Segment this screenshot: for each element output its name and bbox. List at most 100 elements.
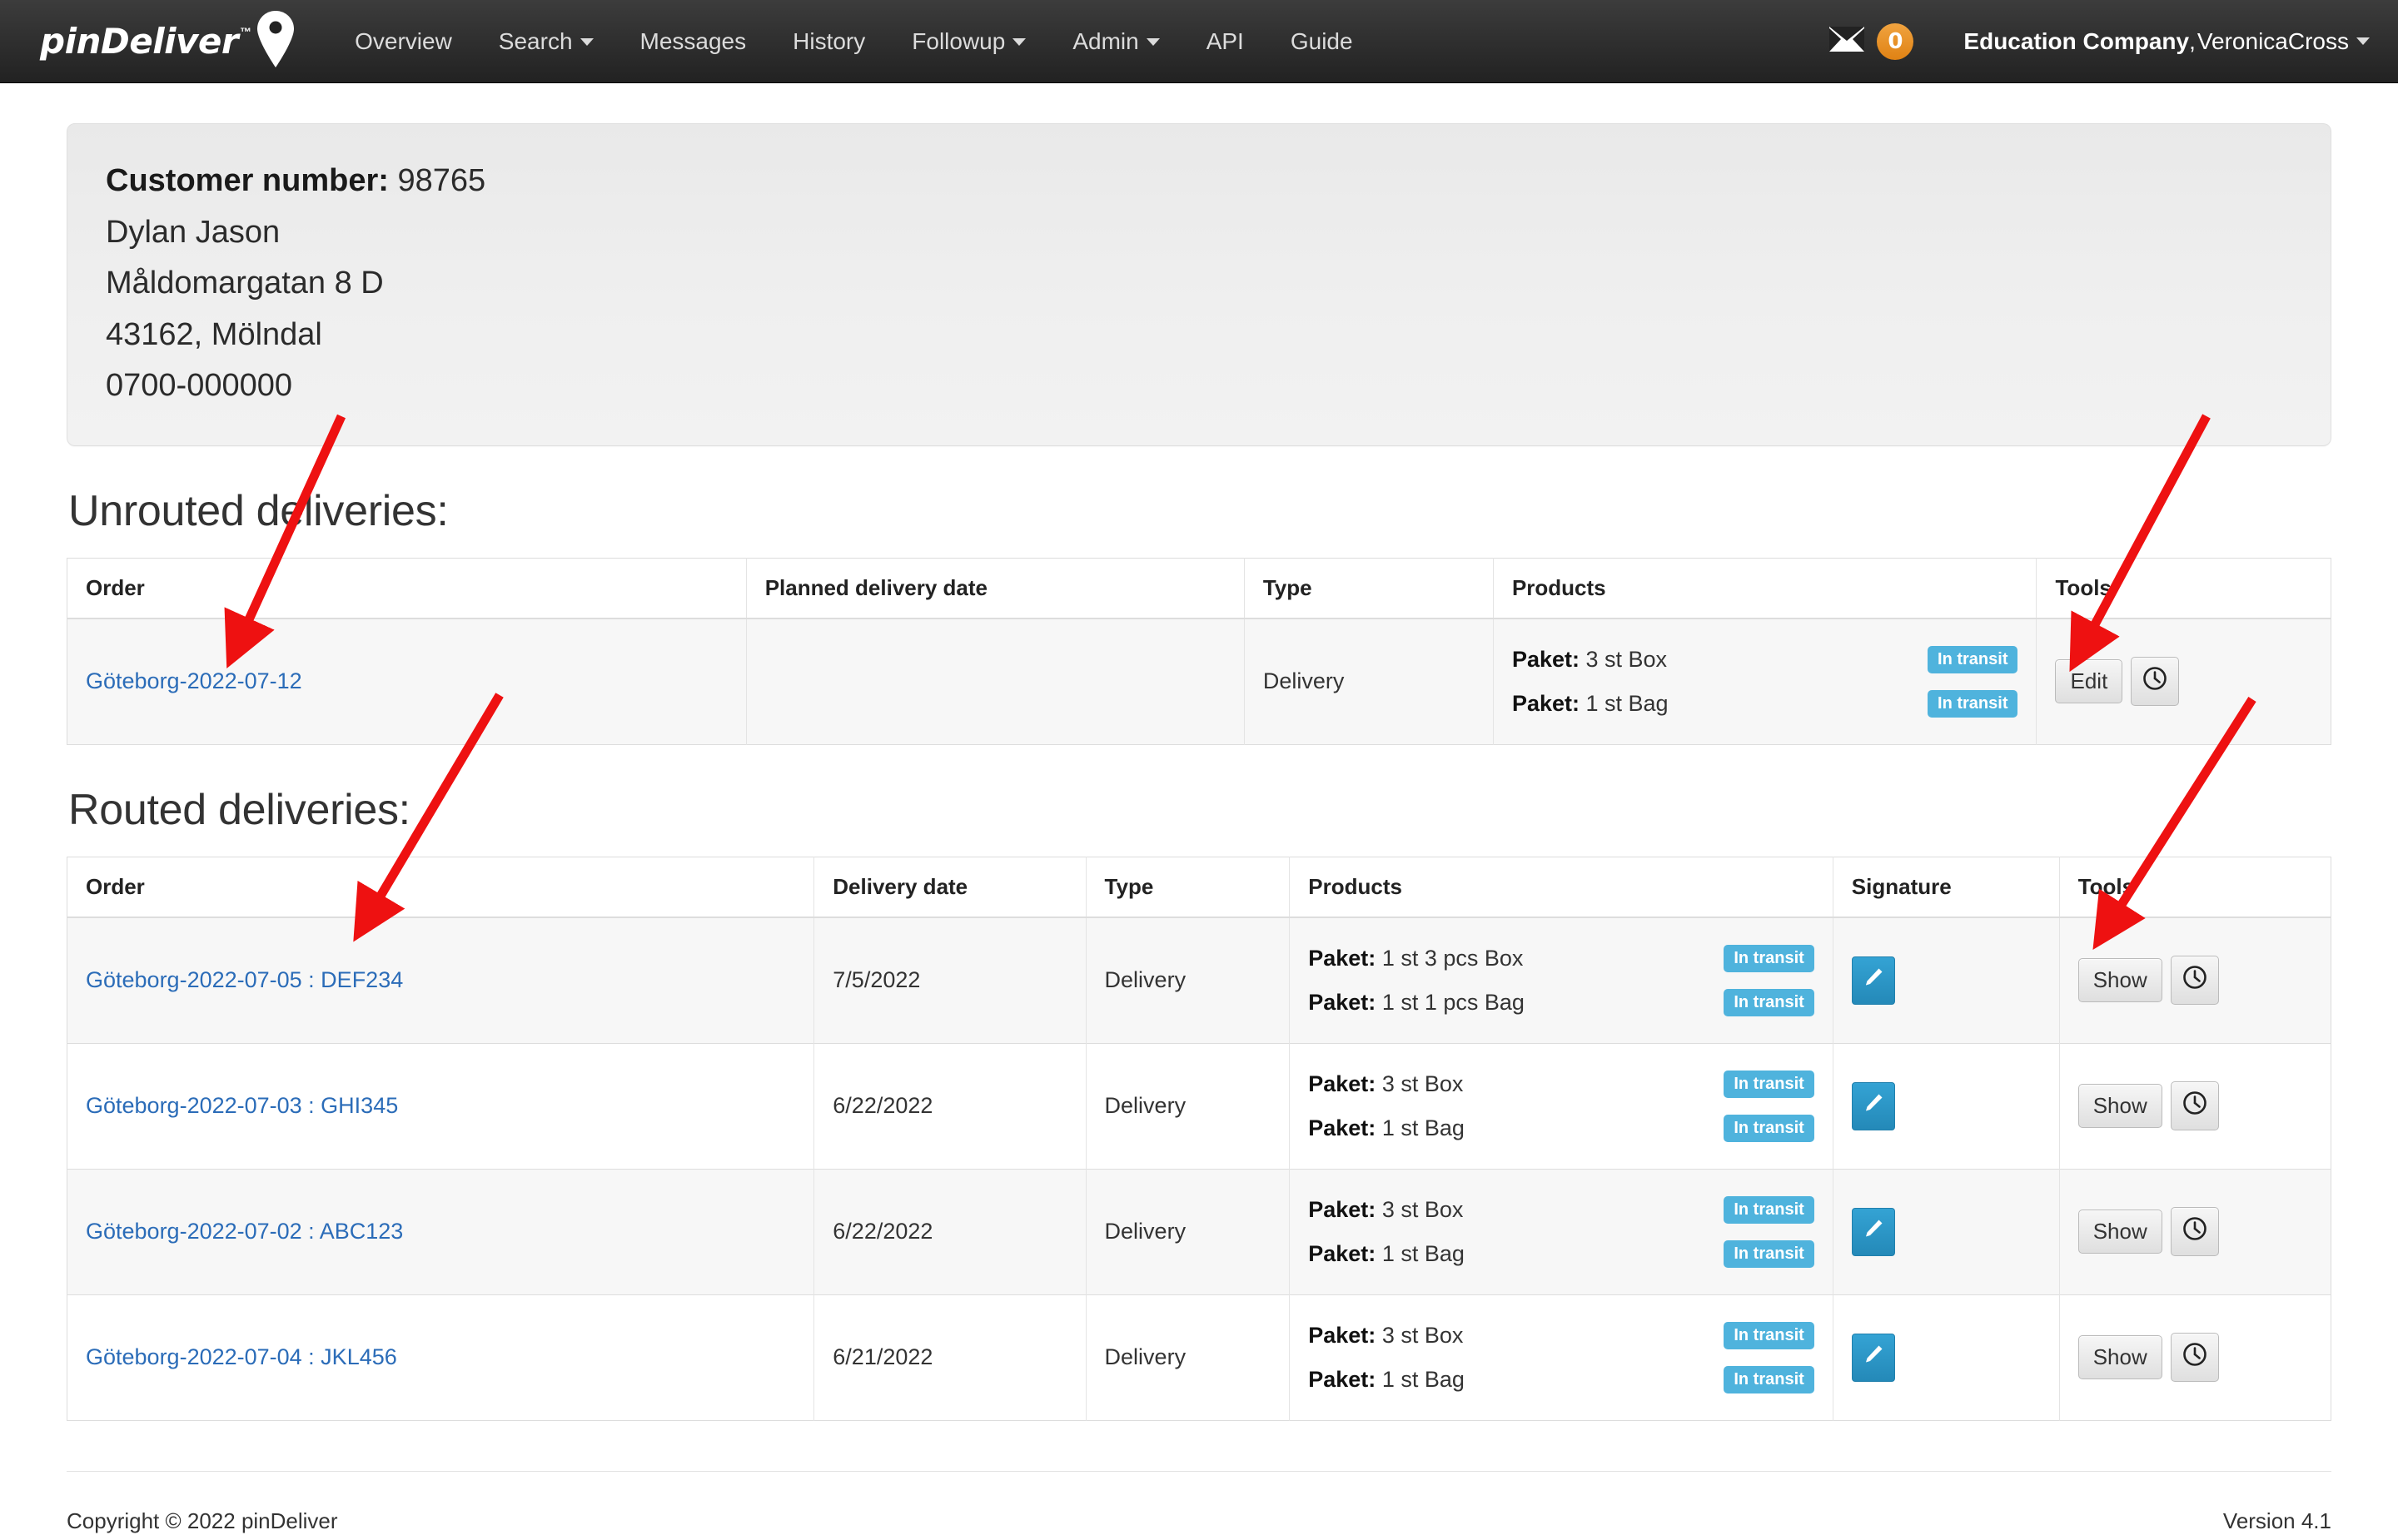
customer-number-line: Customer number: 98765 xyxy=(106,156,2292,207)
nav-item-messages[interactable]: Messages xyxy=(617,13,770,70)
product-description: Paket: 3 st Box xyxy=(1308,1197,1463,1223)
product-line: Paket: 1 st Bag In transit xyxy=(1512,682,2018,726)
order-link[interactable]: Göteborg-2022-07-02 : ABC123 xyxy=(86,1219,403,1244)
nav-label-admin: Admin xyxy=(1072,27,1139,54)
signature-button[interactable] xyxy=(1851,956,1895,1005)
show-button[interactable]: Show xyxy=(2077,1084,2162,1129)
product-label: Paket: xyxy=(1308,1240,1376,1266)
table-header-row: Order Planned delivery date Type Product… xyxy=(67,558,2331,619)
nav-item-api[interactable]: API xyxy=(1183,13,1267,70)
nav-item-guide[interactable]: Guide xyxy=(1267,13,1376,70)
footer-left: Copyright © 2022 pinDeliver Developed by… xyxy=(67,1508,338,1540)
col-tools: Tools xyxy=(2059,857,2331,918)
routed-table-head: Order Delivery date Type Products Signat… xyxy=(67,857,2331,918)
nav-item-overview[interactable]: Overview xyxy=(331,13,475,70)
history-button[interactable] xyxy=(2170,956,2219,1006)
pencil-icon xyxy=(1863,966,1884,994)
cell-delivery-date: 7/5/2022 xyxy=(813,917,1087,1044)
order-link[interactable]: Göteborg-2022-07-12 xyxy=(86,668,302,693)
version-label: Version 4.1 xyxy=(2222,1508,2331,1533)
product-detail: 3 st Box xyxy=(1585,646,1668,672)
order-link[interactable]: Göteborg-2022-07-04 : JKL456 xyxy=(86,1344,397,1369)
product-label: Paket: xyxy=(1308,1196,1376,1222)
product-line: Paket: 3 st Box In transit xyxy=(1308,1062,1814,1106)
cell-order: Göteborg-2022-07-03 : GHI345 xyxy=(67,1042,815,1170)
nav-label-api: API xyxy=(1206,27,1244,54)
product-label: Paket: xyxy=(1308,1366,1376,1392)
brand-trademark-symbol: ™ xyxy=(240,24,252,38)
product-line: Paket: 3 st Box In transit xyxy=(1308,1188,1814,1232)
cell-products: Paket: 3 st Box In transit Paket: 1 st B… xyxy=(1289,1168,1833,1295)
pencil-icon xyxy=(1863,1092,1884,1120)
unrouted-table-head: Order Planned delivery date Type Product… xyxy=(67,558,2331,619)
col-planned-delivery-date: Planned delivery date xyxy=(746,558,1245,619)
user-account-menu[interactable]: Education Company, VeronicaCross xyxy=(1963,28,2370,55)
cell-delivery-date: 6/22/2022 xyxy=(813,1168,1087,1295)
brand-logo[interactable]: pinDeliver ™ xyxy=(40,9,295,73)
show-button[interactable]: Show xyxy=(2077,1210,2162,1254)
product-line: Paket: 1 st Bag In transit xyxy=(1308,1232,1814,1276)
product-detail: 1 st 1 pcs Bag xyxy=(1381,989,1525,1015)
table-row: Göteborg-2022-07-12 Delivery Paket: 3 st… xyxy=(67,618,2331,745)
signature-button[interactable] xyxy=(1851,1333,1895,1382)
nav-item-admin[interactable]: Admin xyxy=(1049,13,1182,70)
top-navbar: pinDeliver ™ Overview Search Messages Hi… xyxy=(0,0,2398,83)
routed-deliveries-table: Order Delivery date Type Products Signat… xyxy=(67,856,2331,1421)
product-detail: 3 st Box xyxy=(1381,1196,1464,1222)
status-badge: In transit xyxy=(1724,1195,1814,1224)
pencil-icon xyxy=(1863,1218,1884,1245)
nav-label-guide: Guide xyxy=(1290,27,1353,54)
product-detail: 1 st Bag xyxy=(1381,1366,1465,1392)
unrouted-deliveries-title: Unrouted deliveries: xyxy=(68,486,449,535)
cell-type: Delivery xyxy=(1086,917,1291,1044)
show-button[interactable]: Show xyxy=(2077,958,2162,1003)
product-description: Paket: 3 st Box xyxy=(1308,1071,1463,1097)
brand-name: pinDeliver xyxy=(40,21,239,62)
cell-products: Paket: 1 st 3 pcs Box In transit Paket: … xyxy=(1289,917,1833,1044)
pencil-icon xyxy=(1863,1344,1884,1371)
cell-order: Göteborg-2022-07-02 : ABC123 xyxy=(67,1168,815,1295)
main-content: Customer number: 98765 Dylan Jason Måldo… xyxy=(0,123,2398,1540)
tools-button-group: Show xyxy=(2077,1333,2312,1383)
order-link[interactable]: Göteborg-2022-07-03 : GHI345 xyxy=(86,1093,398,1118)
signature-button[interactable] xyxy=(1851,1207,1895,1256)
chevron-down-icon xyxy=(580,37,594,46)
product-description: Paket: 3 st Box xyxy=(1512,647,1667,673)
tools-button-group: Show xyxy=(2077,956,2312,1006)
clock-icon xyxy=(2182,1342,2207,1373)
edit-button[interactable]: Edit xyxy=(2055,659,2123,704)
product-line: Paket: 1 st 1 pcs Bag In transit xyxy=(1308,981,1814,1025)
customer-phone: 0700-000000 xyxy=(106,368,292,404)
history-button[interactable] xyxy=(2170,1333,2219,1383)
history-button[interactable] xyxy=(2170,1207,2219,1257)
order-link[interactable]: Göteborg-2022-07-05 : DEF234 xyxy=(86,967,403,992)
messages-indicator[interactable]: 0 xyxy=(1828,22,1914,60)
cell-signature xyxy=(1833,917,2060,1044)
chevron-down-icon xyxy=(1012,37,1027,46)
nav-item-history[interactable]: History xyxy=(769,13,888,70)
clock-icon xyxy=(2182,965,2207,996)
history-button[interactable] xyxy=(2131,657,2180,707)
product-description: Paket: 1 st Bag xyxy=(1308,1115,1465,1141)
col-tools: Tools xyxy=(2036,558,2331,619)
history-button[interactable] xyxy=(2170,1081,2219,1131)
chevron-down-icon xyxy=(1146,37,1160,46)
status-badge: In transit xyxy=(1724,1321,1814,1349)
table-row: Göteborg-2022-07-05 : DEF234 7/5/2022 De… xyxy=(67,917,2331,1044)
cell-tools: Edit xyxy=(2036,618,2331,745)
signature-button[interactable] xyxy=(1851,1081,1895,1130)
col-signature: Signature xyxy=(1833,857,2060,918)
unrouted-deliveries-table: Order Planned delivery date Type Product… xyxy=(67,557,2331,745)
user-separator: , xyxy=(2189,27,2196,54)
status-badge: In transit xyxy=(1724,1239,1814,1268)
nav-item-search[interactable]: Search xyxy=(475,13,617,70)
customer-number-label: Customer number: xyxy=(106,163,389,198)
show-button[interactable]: Show xyxy=(2077,1335,2162,1380)
page-footer: Copyright © 2022 pinDeliver Developed by… xyxy=(67,1470,2331,1540)
nav-label-overview: Overview xyxy=(355,27,452,54)
nav-label-search: Search xyxy=(498,27,573,54)
routed-table-body: Göteborg-2022-07-05 : DEF234 7/5/2022 De… xyxy=(67,917,2331,1421)
routed-deliveries-title: Routed deliveries: xyxy=(68,785,410,834)
nav-item-followup[interactable]: Followup xyxy=(888,13,1049,70)
status-badge: In transit xyxy=(1724,1114,1814,1142)
